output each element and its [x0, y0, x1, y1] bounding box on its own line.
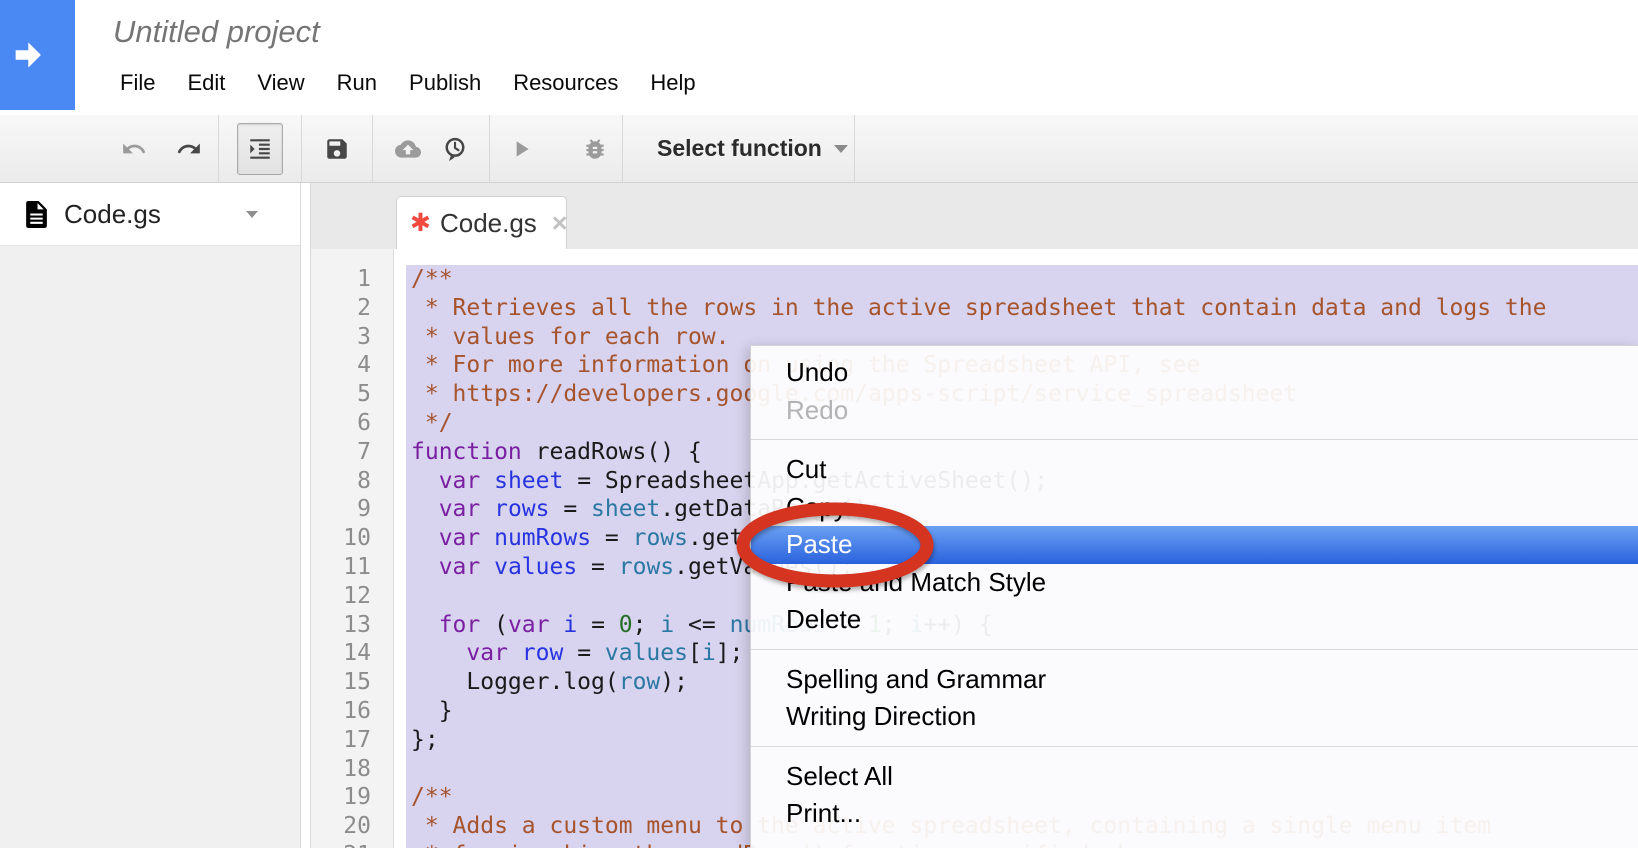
menu-separator	[751, 429, 1638, 451]
undo-icon	[121, 136, 147, 162]
files-sidebar: Code.gs	[0, 183, 300, 848]
revision-history-button[interactable]	[442, 136, 468, 162]
line-number: 6	[311, 409, 393, 438]
cloud-upload-icon	[395, 136, 421, 162]
line-number: 2	[311, 294, 393, 323]
menubar-item-edit[interactable]: Edit	[171, 70, 241, 96]
history-icon	[442, 136, 468, 162]
sidebar-item-codegs[interactable]: Code.gs	[0, 183, 300, 246]
line-number: 12	[311, 582, 393, 611]
context-menu-item-cut[interactable]: Cut	[751, 451, 1638, 489]
menu-separator	[751, 639, 1638, 661]
line-number: 21	[311, 841, 393, 848]
line-number: 11	[311, 553, 393, 582]
context-menu-item-redo: Redo	[751, 392, 1638, 430]
file-menu-caret-icon[interactable]	[246, 211, 258, 218]
toolbar-group	[302, 115, 373, 182]
menu-separator	[751, 736, 1638, 758]
menubar-item-help[interactable]: Help	[634, 70, 711, 96]
chevron-down-icon[interactable]	[834, 145, 848, 153]
run-button[interactable]	[508, 136, 534, 162]
app-header: Untitled project FileEditViewRunPublishR…	[0, 0, 1638, 115]
line-number: 14	[311, 639, 393, 668]
code-line: /**	[406, 265, 1638, 294]
apps-script-logo	[0, 0, 75, 110]
project-title[interactable]: Untitled project	[113, 14, 320, 50]
context-menu-item-undo[interactable]: Undo	[751, 354, 1638, 392]
redo-icon	[176, 136, 202, 162]
save-button[interactable]	[324, 136, 350, 162]
line-number: 5	[311, 380, 393, 409]
line-number: 10	[311, 524, 393, 553]
line-number: 13	[311, 611, 393, 640]
line-number: 17	[311, 726, 393, 755]
context-menu-item-writing-direction[interactable]: Writing Direction	[751, 698, 1638, 736]
tab-codegs[interactable]: ✱ Code.gs ×	[396, 196, 567, 249]
line-number: 16	[311, 697, 393, 726]
context-menu-item-paste[interactable]: Paste	[751, 526, 1638, 564]
toolbar-group	[373, 115, 490, 182]
menubar-item-file[interactable]: File	[104, 70, 171, 96]
deploy-button[interactable]	[395, 136, 421, 162]
redo-button[interactable]	[176, 136, 202, 162]
menubar: FileEditViewRunPublishResourcesHelp	[104, 64, 712, 102]
code-line: * Retrieves all the rows in the active s…	[406, 294, 1638, 323]
tab-label: Code.gs	[440, 208, 537, 239]
context-menu-item-delete[interactable]: Delete	[751, 601, 1638, 639]
line-number: 19	[311, 783, 393, 812]
line-number: 18	[311, 755, 393, 784]
context-menu-item-select-all[interactable]: Select All	[751, 758, 1638, 796]
line-number: 7	[311, 438, 393, 467]
line-number: 3	[311, 323, 393, 352]
unsaved-indicator: ✱	[410, 211, 431, 236]
menubar-item-run[interactable]: Run	[321, 70, 393, 96]
tab-bar: ✱ Code.gs ×	[311, 183, 1638, 249]
file-document-icon	[24, 200, 49, 229]
toolbar-group	[219, 115, 302, 182]
context-menu-item-spelling-and-grammar[interactable]: Spelling and Grammar	[751, 661, 1638, 699]
line-number: 9	[311, 495, 393, 524]
line-number: 20	[311, 812, 393, 841]
context-menu-item-paste-and-match-style[interactable]: Paste and Match Style	[751, 564, 1638, 602]
toolbar-group: Select function	[623, 115, 855, 182]
undo-button[interactable]	[121, 136, 147, 162]
menubar-item-resources[interactable]: Resources	[497, 70, 634, 96]
select-function-dropdown[interactable]: Select function	[657, 135, 822, 162]
line-number-gutter: 123456789101112131415161718192021	[311, 249, 394, 848]
menubar-item-view[interactable]: View	[241, 70, 320, 96]
context-menu-item-print[interactable]: Print...	[751, 795, 1638, 833]
toolbar-group	[112, 115, 219, 182]
indent-button[interactable]	[237, 123, 283, 175]
arrow-right-icon	[0, 31, 64, 79]
context-menu-item-copy[interactable]: Copy	[751, 489, 1638, 527]
tab-close-icon[interactable]: ×	[552, 210, 568, 237]
line-number: 15	[311, 668, 393, 697]
line-number: 1	[311, 265, 393, 294]
sidebar-file-label: Code.gs	[64, 199, 161, 230]
menubar-item-publish[interactable]: Publish	[393, 70, 497, 96]
save-icon	[324, 136, 350, 162]
sidebar-splitter[interactable]	[300, 183, 311, 848]
indent-icon	[247, 136, 273, 162]
debug-button[interactable]	[582, 136, 608, 162]
run-icon	[508, 136, 534, 162]
toolbar: Select function	[0, 115, 1638, 183]
line-number: 8	[311, 467, 393, 496]
context-menu: UndoRedo CutCopyPastePaste and Match Styl…	[750, 345, 1638, 848]
line-number: 4	[311, 351, 393, 380]
bug-icon	[582, 136, 608, 162]
toolbar-group	[490, 115, 623, 182]
